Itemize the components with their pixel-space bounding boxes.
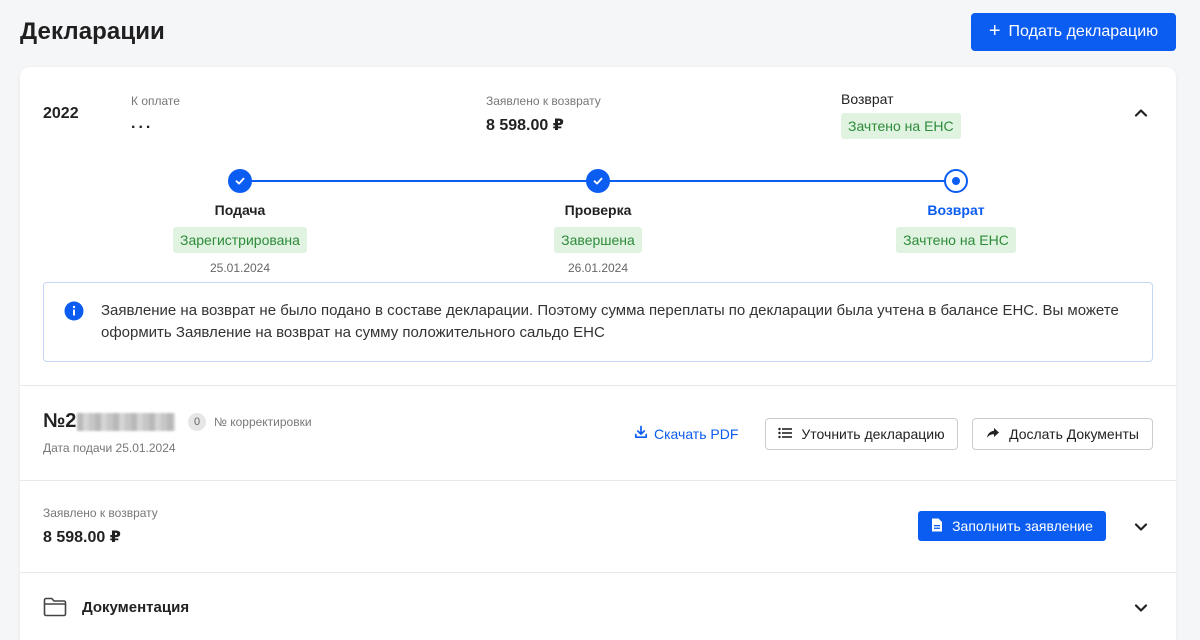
document-number: №2 (43, 410, 176, 433)
collapse-chevron-icon[interactable] (1134, 106, 1148, 125)
refund-status-text: Зачтено на ЕНС (841, 113, 961, 139)
folder-icon (43, 597, 67, 622)
info-alert: Заявление на возврат не было подано в со… (43, 282, 1153, 362)
step-refund-status: Зачтено на ЕНС (856, 227, 1056, 253)
step-refund-title: Возврат (927, 202, 985, 218)
step-submit-title: Подача (214, 202, 266, 218)
step-review-date: 26.01.2024 (567, 261, 629, 275)
refund-label: Возврат (841, 91, 894, 107)
fill-application-button[interactable]: Заполнить заявление (918, 511, 1106, 541)
to-pay-value: ... (131, 115, 154, 132)
document-number-prefix: №2 (43, 410, 77, 432)
claim-label: Заявлено к возврату (43, 506, 158, 520)
correction-label: № корректировки (214, 415, 312, 429)
submit-declaration-button[interactable]: + Подать декларацию (971, 13, 1176, 51)
claim-value: 8 598.00 ₽ (43, 529, 121, 546)
document-icon (931, 518, 943, 535)
step-review-check-icon (586, 169, 610, 193)
step-review-title: Проверка (564, 202, 632, 218)
claimed-refund-value: 8 598.00 ₽ (486, 117, 564, 134)
submit-declaration-label: Подать декларацию (1008, 23, 1159, 40)
download-pdf-link[interactable]: Скачать PDF (634, 425, 738, 442)
page-title: Декларации (20, 18, 165, 45)
clarify-declaration-label: Уточнить декларацию (801, 426, 945, 442)
send-documents-button[interactable]: Дослать Документы (972, 418, 1153, 450)
step-refund-current-icon (944, 169, 968, 193)
step-submit-check-icon (228, 169, 252, 193)
to-pay-label: К оплате (131, 94, 180, 108)
plus-icon: + (988, 20, 1001, 42)
step-review-status: Завершена (498, 227, 698, 253)
clarify-declaration-button[interactable]: Уточнить декларацию (765, 418, 958, 450)
redacted-number (77, 412, 176, 431)
claimed-refund-label: Заявлено к возврату (486, 94, 601, 108)
declaration-year: 2022 (43, 105, 79, 122)
step-review-status-text: Завершена (554, 227, 642, 253)
step-submit-date: 25.01.2024 (209, 261, 271, 275)
documentation-title[interactable]: Документация (82, 599, 189, 616)
divider (20, 480, 1176, 481)
declaration-card: 2022 К оплате ... Заявлено к возврату 8 … (20, 67, 1176, 640)
divider (20, 385, 1176, 386)
refund-status-badge: Зачтено на ЕНС (841, 113, 961, 139)
step-submit-status: Зарегистрирована (140, 227, 340, 253)
send-documents-label: Дослать Документы (1009, 426, 1139, 442)
info-icon (64, 301, 84, 326)
divider (20, 572, 1176, 573)
info-text: Заявление на возврат не было подано в со… (101, 302, 1119, 341)
list-icon (778, 426, 793, 442)
download-icon (634, 425, 648, 442)
step-refund-status-text: Зачтено на ЕНС (896, 227, 1016, 253)
correction-count-badge: 0 (188, 413, 206, 431)
forward-arrow-icon (986, 426, 1000, 442)
download-pdf-label: Скачать PDF (654, 425, 739, 442)
step-submit-status-text: Зарегистрирована (173, 227, 307, 253)
filed-date: Дата подачи 25.01.2024 (43, 441, 176, 455)
documentation-chevron-icon[interactable] (1134, 601, 1148, 620)
expand-chevron-icon[interactable] (1134, 520, 1148, 539)
fill-application-label: Заполнить заявление (952, 518, 1093, 534)
